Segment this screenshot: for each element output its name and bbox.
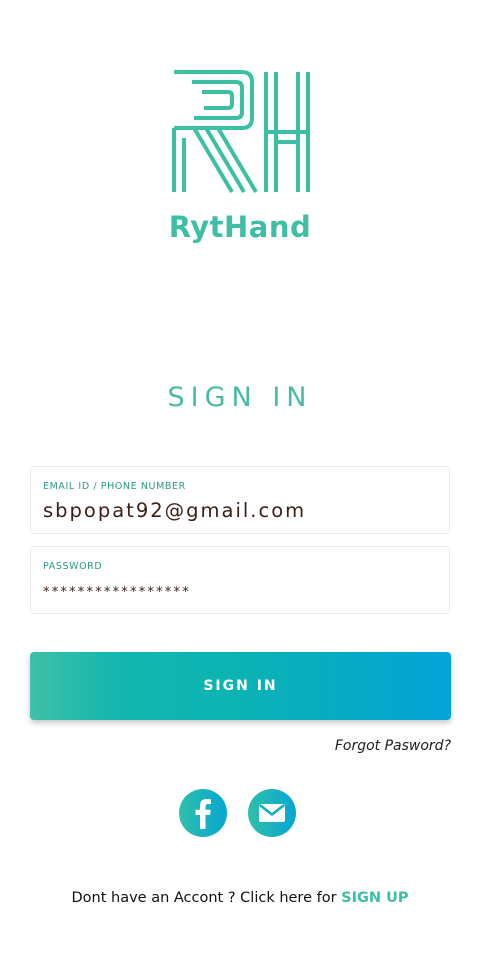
- email-input[interactable]: sbpopat92@gmail.com: [43, 499, 306, 522]
- signup-prompt-text: Dont have an Accont ? Click here for: [71, 890, 342, 906]
- facebook-icon[interactable]: [178, 788, 228, 838]
- signup-link[interactable]: SIGN UP: [341, 890, 408, 906]
- mail-icon[interactable]: [247, 788, 297, 838]
- password-field[interactable]: PASSWORD *****************: [30, 546, 450, 614]
- email-field-label: EMAIL ID / PHONE NUMBER: [43, 481, 186, 492]
- email-field[interactable]: EMAIL ID / PHONE NUMBER sbpopat92@gmail.…: [30, 466, 450, 534]
- signin-button[interactable]: SIGN IN: [30, 652, 451, 720]
- forgot-password-link[interactable]: Forgot Pasword?: [335, 738, 451, 754]
- brand-name: RytHand: [168, 210, 312, 244]
- page-title: SIGN IN: [167, 382, 313, 413]
- signup-prompt: Dont have an Accont ? Click here for SIG…: [0, 890, 480, 906]
- rythand-logo: [172, 70, 310, 194]
- password-field-label: PASSWORD: [43, 561, 103, 572]
- password-input[interactable]: *****************: [43, 585, 191, 600]
